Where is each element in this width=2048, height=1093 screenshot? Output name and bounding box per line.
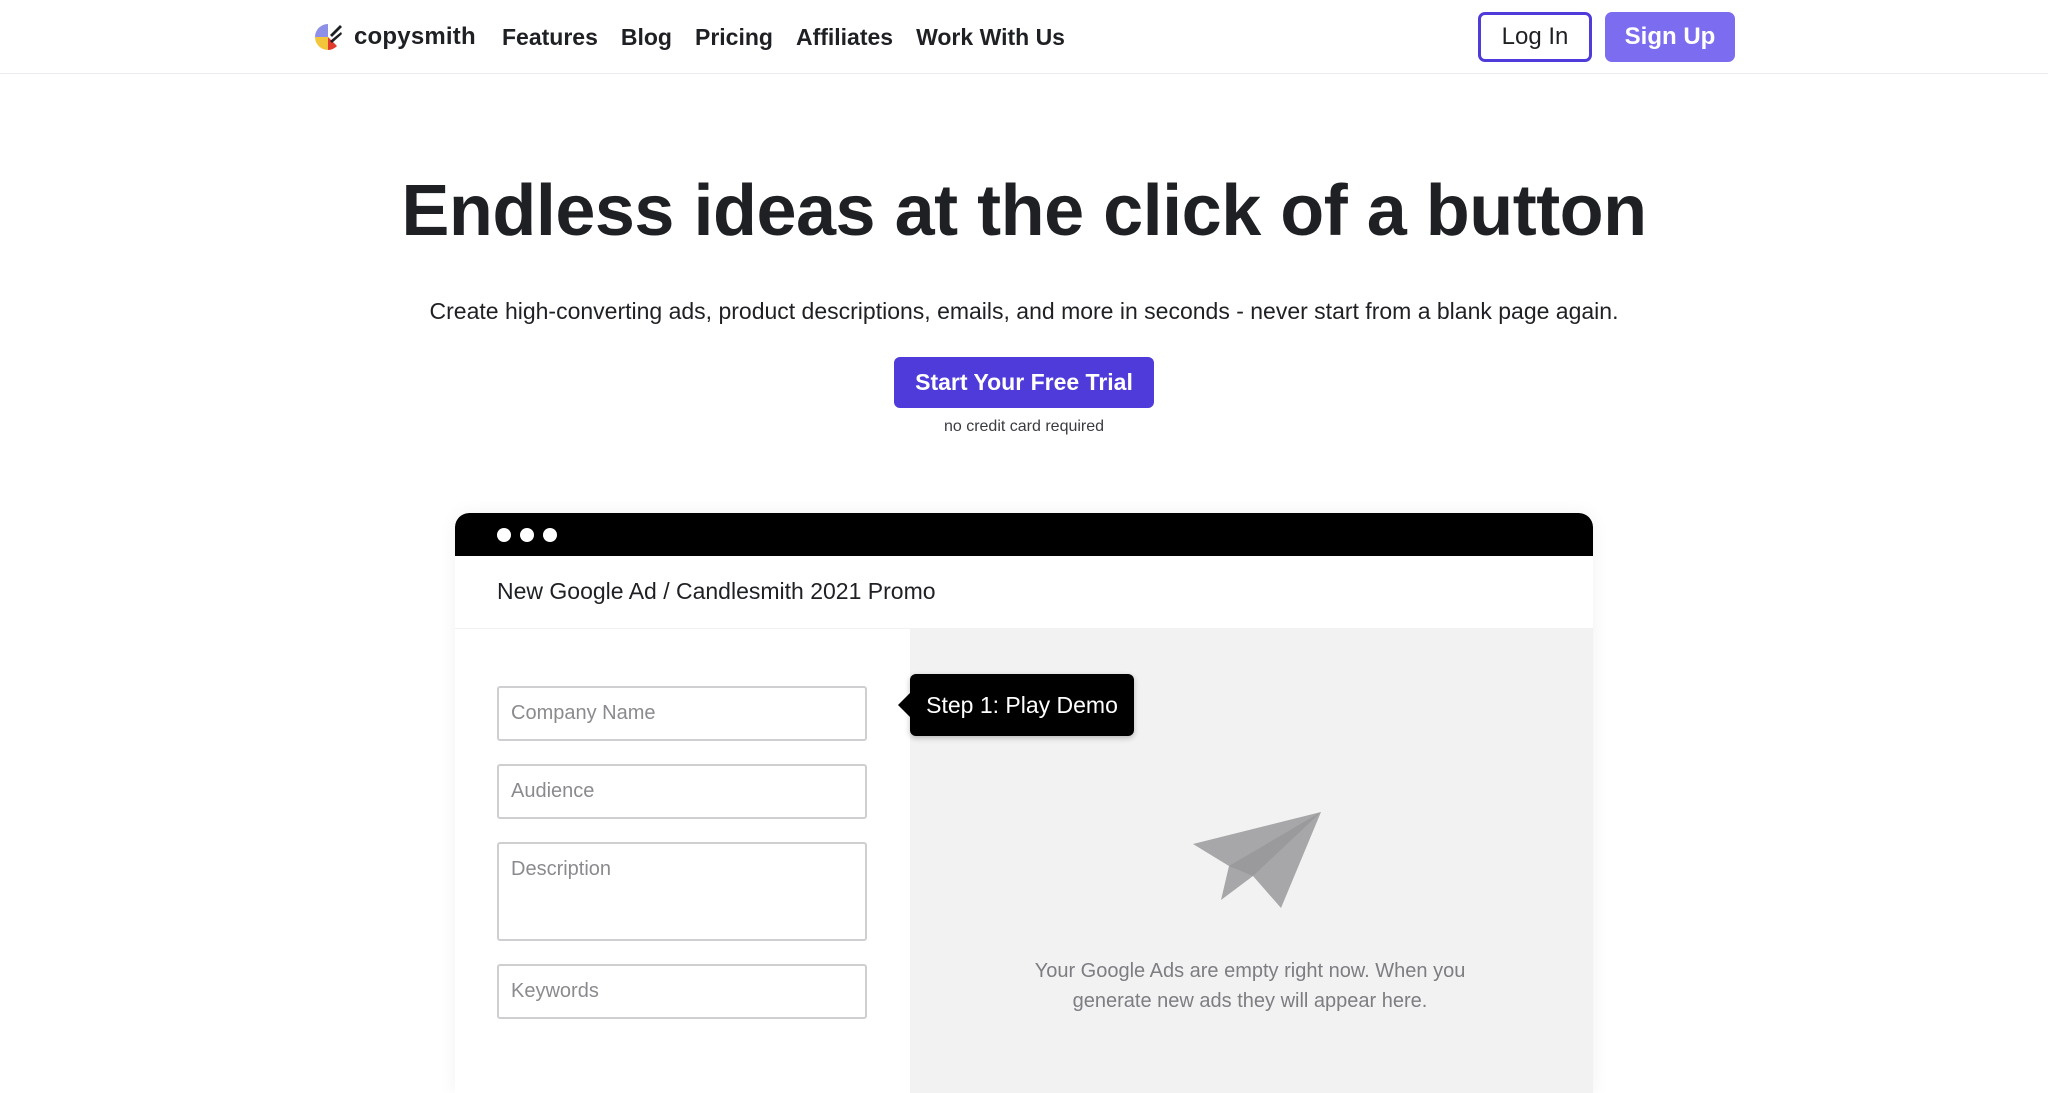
paper-plane-icon: [1193, 812, 1321, 908]
window-title-bar: [455, 513, 1593, 556]
login-button[interactable]: Log In: [1478, 12, 1592, 62]
logo[interactable]: copysmith: [312, 20, 476, 54]
nav-link-work-with-us[interactable]: Work With Us: [916, 24, 1065, 51]
demo-window-title: New Google Ad / Candlesmith 2021 Promo: [497, 578, 936, 604]
top-nav: copysmith Features Blog Pricing Affiliat…: [0, 0, 2048, 74]
window-dot-icon: [497, 528, 511, 542]
audience-input[interactable]: [497, 764, 867, 819]
hero-title: Endless ideas at the click of a button: [401, 171, 1647, 251]
keywords-input[interactable]: [497, 964, 867, 1019]
hero-subtitle: Create high-converting ads, product desc…: [429, 298, 1619, 324]
copysmith-logo-icon: [315, 24, 342, 50]
nav-link-pricing[interactable]: Pricing: [695, 24, 773, 51]
nav-links: Features Blog Pricing Affiliates Work Wi…: [502, 20, 1065, 54]
description-input[interactable]: [497, 842, 867, 941]
company-name-input[interactable]: [497, 686, 867, 741]
start-free-trial-button[interactable]: Start Your Free Trial: [894, 357, 1154, 408]
empty-ads-message: Your Google Ads are empty right now. Whe…: [1034, 960, 1466, 1012]
window-dot-icon: [520, 528, 534, 542]
nav-link-blog[interactable]: Blog: [621, 24, 672, 51]
signup-button[interactable]: Sign Up: [1605, 12, 1735, 62]
logo-text: copysmith: [354, 23, 476, 50]
nav-link-affiliates[interactable]: Affiliates: [796, 24, 893, 51]
play-demo-tooltip[interactable]: Step 1: Play Demo: [898, 674, 1134, 736]
window-dot-icon: [543, 528, 557, 542]
cta-note: no credit card required: [943, 418, 1105, 435]
nav-link-features[interactable]: Features: [502, 24, 598, 51]
demo-form-pane: [455, 629, 910, 1093]
